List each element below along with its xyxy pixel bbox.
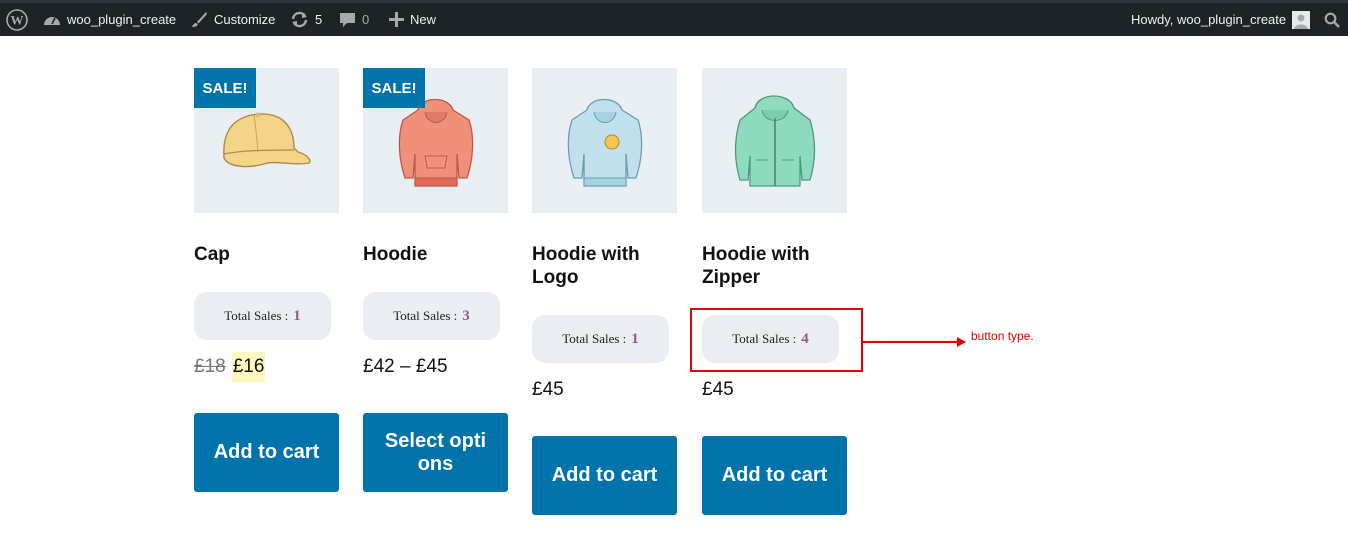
hoodie-zipper-image — [734, 95, 816, 187]
product-title[interactable]: Hoodie — [363, 243, 508, 266]
customize-menu[interactable]: Customize — [191, 3, 275, 36]
product-image[interactable] — [702, 68, 847, 213]
total-sales-count: 3 — [462, 307, 470, 324]
updates-count: 5 — [315, 12, 323, 27]
total-sales-badge: Total Sales : 1 — [532, 315, 669, 363]
search-icon — [1324, 12, 1340, 28]
product-image[interactable]: SALE! — [194, 68, 339, 213]
total-sales-label: Total Sales : — [393, 308, 458, 323]
regular-price: £18 — [194, 356, 226, 377]
brush-icon — [192, 12, 207, 27]
svg-text:W: W — [11, 12, 24, 27]
comments-menu[interactable]: 0 — [339, 3, 369, 36]
product-image[interactable] — [532, 68, 677, 213]
hoodie-logo-image — [567, 98, 643, 187]
search-button[interactable] — [1324, 3, 1340, 36]
updates-menu[interactable]: 5 — [290, 3, 322, 36]
product-title[interactable]: Cap — [194, 243, 339, 266]
plus-icon — [389, 12, 404, 27]
sale-badge: SALE! — [363, 68, 425, 108]
add-to-cart-button[interactable]: Add to cart — [532, 436, 677, 515]
add-to-cart-button[interactable]: Add to cart — [194, 413, 339, 492]
annotation-arrow-head — [957, 337, 966, 347]
product-title[interactable]: Hoodie with Zipper — [702, 243, 847, 289]
new-label: New — [410, 12, 437, 27]
total-sales-count: 1 — [631, 330, 639, 347]
my-account-menu[interactable]: Howdy, woo_plugin_create — [1131, 3, 1311, 36]
add-to-cart-button[interactable]: Add to cart — [702, 436, 847, 515]
total-sales-badge: Total Sales : 1 — [194, 292, 331, 340]
product-price: £18 £16 — [194, 350, 266, 384]
new-content-menu[interactable]: New — [389, 3, 436, 36]
site-name: woo_plugin_create — [67, 12, 177, 27]
avatar — [1292, 10, 1311, 29]
howdy-text: Howdy, woo_plugin_create — [1131, 12, 1287, 27]
customize-label: Customize — [214, 12, 276, 27]
comments-count: 0 — [362, 12, 370, 27]
updates-icon — [291, 11, 308, 28]
total-sales-label: Total Sales : — [224, 308, 289, 323]
admin-bar: W woo_plugin_create Customize 5 0 New Ho… — [0, 0, 1348, 36]
wp-logo-menu[interactable]: W — [6, 3, 28, 36]
product-price: £42 – £45 — [363, 356, 448, 377]
sale-price: £16 — [231, 352, 266, 382]
comment-icon — [340, 12, 355, 27]
select-options-button[interactable]: Select options — [363, 413, 508, 492]
wordpress-logo-icon: W — [6, 8, 28, 31]
sale-badge: SALE! — [194, 68, 256, 108]
product-image[interactable]: SALE! — [363, 68, 508, 213]
product-price: £45 — [532, 379, 564, 400]
annotation-highlight-box — [690, 308, 863, 372]
annotation-arrow-line — [863, 341, 960, 343]
dashboard-icon — [44, 16, 60, 25]
total-sales-badge: Total Sales : 3 — [363, 292, 500, 340]
total-sales-label: Total Sales : — [562, 331, 627, 346]
product-price: £45 — [702, 379, 734, 400]
total-sales-count: 1 — [293, 307, 301, 324]
annotation-text: button type. — [971, 329, 1034, 343]
product-title[interactable]: Hoodie with Logo — [532, 243, 677, 289]
site-name-menu[interactable]: woo_plugin_create — [43, 3, 176, 36]
